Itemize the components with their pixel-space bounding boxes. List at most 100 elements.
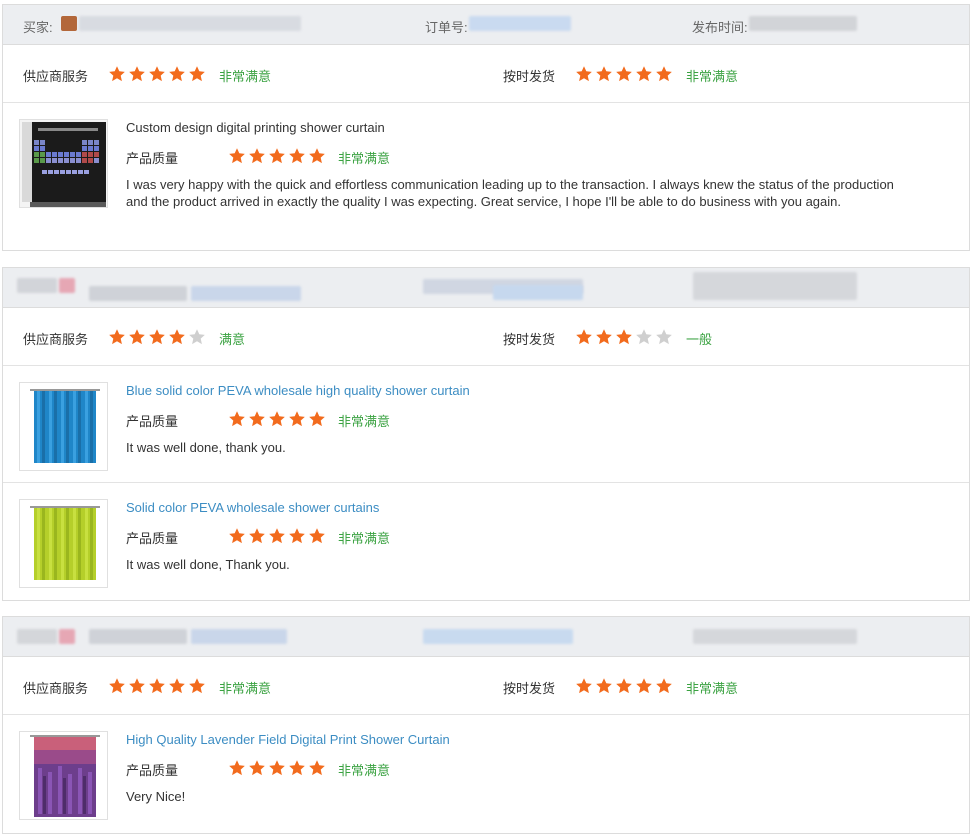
star-empty-icon (635, 328, 653, 346)
on-time-delivery-rating-text: 非常满意 (686, 69, 739, 84)
supplier-service-stars (108, 328, 206, 346)
star-filled-icon (655, 677, 673, 695)
review-card: 买家: 订单号: 发布时间: 供应商服务 非常满意 按时发货 非常满意 Cust… (2, 4, 970, 251)
star-filled-icon (228, 410, 246, 428)
supplier-service-label: 供应商服务 (23, 681, 89, 696)
star-filled-icon (308, 410, 326, 428)
star-filled-icon (168, 677, 186, 695)
star-filled-icon (128, 677, 146, 695)
product-review-item: Blue solid color PEVA wholesale high qua… (3, 366, 969, 483)
review-comment: Very Nice! (126, 789, 186, 804)
star-filled-icon (288, 410, 306, 428)
publish-time-redacted (693, 272, 857, 300)
star-filled-icon (148, 65, 166, 83)
star-filled-icon (248, 147, 266, 165)
buyer-name-redacted (191, 286, 301, 301)
star-filled-icon (268, 410, 286, 428)
supplier-service-stars (108, 677, 206, 695)
star-filled-icon (248, 410, 266, 428)
product-title-link[interactable]: High Quality Lavender Field Digital Prin… (126, 732, 450, 747)
product-review-item: High Quality Lavender Field Digital Prin… (3, 715, 969, 833)
star-filled-icon (575, 328, 593, 346)
star-filled-icon (308, 147, 326, 165)
buyer-name-redacted (59, 278, 75, 293)
supplier-service-rating-text: 非常满意 (219, 69, 272, 84)
lavender-curtain-icon[interactable] (19, 731, 108, 820)
buyer-name-redacted (79, 16, 301, 31)
star-filled-icon (615, 65, 633, 83)
star-filled-icon (228, 759, 246, 777)
star-filled-icon (595, 328, 613, 346)
periodic-table-curtain-icon[interactable] (19, 119, 108, 208)
product-review-item: Custom design digital printing shower cu… (3, 103, 969, 249)
review-header: 买家: 订单号: 发布时间: (3, 5, 969, 45)
on-time-delivery-stars (575, 677, 673, 695)
star-filled-icon (108, 677, 126, 695)
star-filled-icon (575, 65, 593, 83)
buyer-name-redacted (17, 278, 57, 293)
review-comment: It was well done, Thank you. (126, 557, 290, 572)
buyer-name-redacted (191, 629, 287, 644)
review-card: 供应商服务 非常满意 按时发货 非常满意 High Quality Lavend… (2, 616, 970, 834)
review-comment: I was very happy with the quick and effo… (126, 177, 894, 209)
on-time-delivery-label: 按时发货 (503, 69, 556, 84)
product-quality-label: 产品质量 (126, 414, 179, 429)
service-rating-row: 供应商服务 满意 按时发货 一般 (3, 308, 969, 366)
service-rating-row: 供应商服务 非常满意 按时发货 非常满意 (3, 657, 969, 715)
star-filled-icon (268, 147, 286, 165)
star-filled-icon (228, 147, 246, 165)
on-time-delivery-label: 按时发货 (503, 681, 556, 696)
buyer-name-redacted (17, 629, 57, 644)
product-quality-rating-text: 非常满意 (338, 151, 391, 166)
product-quality-stars (228, 147, 326, 165)
star-filled-icon (615, 677, 633, 695)
star-filled-icon (128, 65, 146, 83)
product-title[interactable]: Custom design digital printing shower cu… (126, 120, 385, 135)
buyer-label: 买家: (23, 20, 53, 35)
product-quality-stars (228, 527, 326, 545)
product-quality-rating-text: 非常满意 (338, 763, 391, 778)
on-time-delivery-rating-text: 一般 (686, 332, 713, 347)
publish-time-redacted (693, 629, 857, 644)
product-quality-rating-text: 非常满意 (338, 414, 391, 429)
star-filled-icon (148, 677, 166, 695)
review-header (3, 268, 969, 308)
star-filled-icon (308, 527, 326, 545)
star-filled-icon (595, 65, 613, 83)
on-time-delivery-stars (575, 328, 673, 346)
order-number-redacted (469, 16, 571, 31)
supplier-service-rating-text: 满意 (219, 332, 246, 347)
star-filled-icon (635, 677, 653, 695)
product-quality-label: 产品质量 (126, 151, 179, 166)
star-empty-icon (655, 328, 673, 346)
blue-curtain-icon[interactable] (19, 382, 108, 471)
green-curtain-icon[interactable] (19, 499, 108, 588)
supplier-service-label: 供应商服务 (23, 332, 89, 347)
product-quality-rating-text: 非常满意 (338, 531, 391, 546)
star-filled-icon (308, 759, 326, 777)
star-filled-icon (655, 65, 673, 83)
order-number-redacted (423, 629, 573, 644)
order-number-redacted (493, 285, 583, 300)
product-title-link[interactable]: Blue solid color PEVA wholesale high qua… (126, 383, 470, 398)
star-filled-icon (288, 759, 306, 777)
product-quality-label: 产品质量 (126, 531, 179, 546)
star-filled-icon (228, 527, 246, 545)
star-filled-icon (288, 527, 306, 545)
buyer-name-redacted (59, 629, 75, 644)
order-number-label: 订单号: (425, 20, 468, 35)
service-rating-row: 供应商服务 非常满意 按时发货 非常满意 (3, 45, 969, 103)
publish-time-label: 发布时间: (692, 20, 748, 35)
buyer-name-redacted (61, 16, 77, 31)
product-quality-label: 产品质量 (126, 763, 179, 778)
on-time-delivery-rating-text: 非常满意 (686, 681, 739, 696)
star-filled-icon (575, 677, 593, 695)
star-filled-icon (128, 328, 146, 346)
review-comment: It was well done, thank you. (126, 440, 286, 455)
product-quality-stars (228, 759, 326, 777)
star-filled-icon (108, 328, 126, 346)
product-title-link[interactable]: Solid color PEVA wholesale shower curtai… (126, 500, 379, 515)
buyer-name-redacted (89, 629, 187, 644)
star-filled-icon (248, 527, 266, 545)
star-filled-icon (595, 677, 613, 695)
